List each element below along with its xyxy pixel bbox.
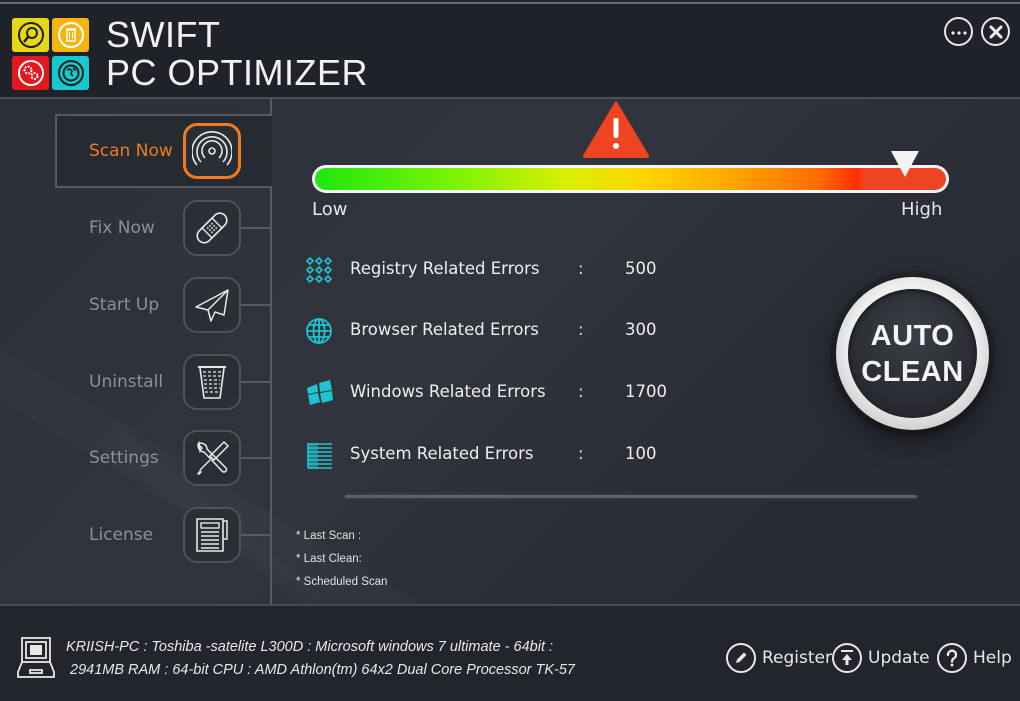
trash-icon <box>57 22 84 48</box>
close-button[interactable] <box>981 17 1010 46</box>
logo-tile-globe <box>52 56 89 90</box>
question-icon <box>946 649 958 667</box>
sidebar-connector <box>241 534 271 536</box>
sidebar-item-label: Fix Now <box>89 218 155 238</box>
error-count: 1700 <box>625 382 667 401</box>
app-title-line1: SWIFT <box>106 14 221 55</box>
scheduled-scan-status: * Scheduled Scan <box>296 576 388 588</box>
ellipsis-icon <box>950 30 967 35</box>
laptop-icon <box>17 637 55 678</box>
meter-high-label: High <box>901 199 943 220</box>
app-title: SWIFT PC OPTIMIZER <box>106 16 368 92</box>
error-count: 100 <box>625 444 657 463</box>
logo-tile-trash <box>52 18 89 52</box>
error-row-windows: Windows Related Errors : 1700 <box>303 378 703 408</box>
paper-plane-icon <box>195 289 229 322</box>
windows-icon <box>307 380 333 405</box>
bandage-icon-box <box>183 200 241 256</box>
sidebar-connector <box>270 99 272 115</box>
sidebar-item-label: License <box>89 525 154 545</box>
system-info-line2: 2941MB RAM : 64-bit CPU : AMD Athlon(tm)… <box>70 662 575 678</box>
more-options-button[interactable] <box>944 17 973 46</box>
system-info: KRIISH-PC : Toshiba -satelite L300D : Mi… <box>66 636 575 682</box>
document-icon <box>196 518 228 552</box>
last-clean-status: * Last Clean: <box>296 553 362 565</box>
tools-icon-box <box>183 430 241 486</box>
severity-meter <box>312 165 949 193</box>
upload-icon <box>841 650 853 665</box>
sidebar-connector <box>241 227 271 229</box>
error-count: 500 <box>625 259 657 278</box>
question-icon-circle <box>937 643 967 673</box>
sidebar-connector <box>241 457 271 459</box>
globe-icon <box>57 60 84 86</box>
auto-clean-label-line2: CLEAN <box>861 355 964 388</box>
error-separator: : <box>578 259 584 278</box>
error-separator: : <box>578 382 584 401</box>
gears-icon <box>17 60 44 86</box>
system-list-icon <box>307 443 332 469</box>
header: SWIFT PC OPTIMIZER <box>0 4 1020 97</box>
error-separator: : <box>578 320 584 339</box>
error-separator: : <box>578 444 584 463</box>
tools-icon <box>196 440 230 475</box>
wastebasket-icon <box>198 366 226 399</box>
bandage-icon <box>196 212 228 244</box>
search-refresh-icon <box>17 22 44 48</box>
auto-clean-button[interactable]: AUTO CLEAN <box>836 277 989 430</box>
help-label: Help <box>973 648 1012 668</box>
registry-icon <box>305 256 333 284</box>
sidebar-item-fix-now[interactable]: Fix Now <box>55 198 272 258</box>
pencil-icon-circle <box>726 643 756 673</box>
sidebar-item-settings[interactable]: Settings <box>55 428 272 488</box>
sidebar-item-label: Settings <box>89 448 159 468</box>
sidebar-item-license[interactable]: License <box>55 505 272 565</box>
content-divider <box>345 495 917 498</box>
paper-plane-icon-box <box>183 277 241 333</box>
warning-triangle-icon <box>583 102 649 158</box>
error-label: System Related Errors <box>350 444 534 463</box>
auto-clean-face: AUTO CLEAN <box>848 289 977 418</box>
error-row-registry: Registry Related Errors : 500 <box>303 255 703 285</box>
footer: KRIISH-PC : Toshiba -satelite L300D : Mi… <box>0 604 1020 701</box>
logo-tile-gears <box>12 56 49 90</box>
error-label: Windows Related Errors <box>350 382 546 401</box>
scan-radar-icon <box>192 131 232 166</box>
sidebar-connector <box>241 381 271 383</box>
register-label: Register <box>762 648 832 668</box>
logo-tile-search <box>12 18 49 52</box>
help-button[interactable]: Help <box>937 642 1012 674</box>
meter-low-label: Low <box>312 199 348 220</box>
severity-marker-icon <box>890 151 919 177</box>
app-logo <box>12 18 90 90</box>
error-count: 300 <box>625 320 657 339</box>
update-button[interactable]: Update <box>832 642 930 674</box>
last-scan-status: * Last Scan : <box>296 530 362 542</box>
app-title-line2: PC OPTIMIZER <box>106 52 369 93</box>
update-label: Update <box>868 648 930 668</box>
error-row-browser: Browser Related Errors : 300 <box>303 316 703 346</box>
error-label: Registry Related Errors <box>350 259 540 278</box>
globe-icon <box>306 318 332 344</box>
error-label: Browser Related Errors <box>350 320 539 339</box>
sidebar-connector <box>241 304 271 306</box>
close-icon <box>989 25 1002 38</box>
register-button[interactable]: Register <box>726 642 832 674</box>
sidebar-item-scan-now[interactable]: Scan Now <box>55 121 272 181</box>
sidebar-item-label: Scan Now <box>89 141 173 161</box>
auto-clean-label-line1: AUTO <box>870 319 955 352</box>
scan-radar-icon-box <box>183 123 241 179</box>
document-icon-box <box>183 507 241 563</box>
severity-meter-fill <box>315 168 946 190</box>
sidebar-item-start-up[interactable]: Start Up <box>55 275 272 335</box>
wastebasket-icon-box <box>183 354 241 410</box>
system-info-line1: KRIISH-PC : Toshiba -satelite L300D : Mi… <box>66 639 554 655</box>
sidebar-item-label: Uninstall <box>89 372 164 392</box>
pencil-icon <box>736 652 747 663</box>
upload-icon-circle <box>832 643 862 673</box>
sidebar-item-label: Start Up <box>89 295 160 315</box>
sidebar-item-uninstall[interactable]: Uninstall <box>55 352 272 412</box>
error-row-system: System Related Errors : 100 <box>303 440 703 470</box>
